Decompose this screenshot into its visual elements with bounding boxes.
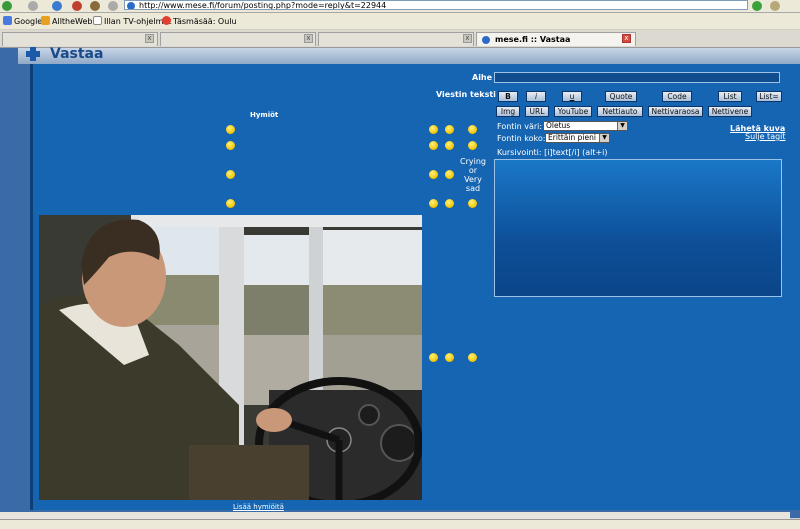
message-label: Viestin teksti	[436, 90, 496, 99]
smiley-icon[interactable]	[226, 170, 235, 179]
google-icon	[3, 16, 12, 25]
smiley-icon[interactable]	[429, 125, 438, 134]
go-icon[interactable]	[752, 1, 762, 11]
close-icon[interactable]: x	[463, 34, 472, 43]
chevron-down-icon: ▼	[617, 122, 627, 130]
smiley-icon[interactable]	[445, 125, 454, 134]
smiley-icon[interactable]	[468, 199, 477, 208]
font-size-label: Fontin koko:	[497, 134, 546, 143]
close-tags-link[interactable]: Sulje tagit	[745, 132, 786, 141]
smiley-icon[interactable]	[445, 170, 454, 179]
smiley-icon[interactable]	[468, 141, 477, 150]
list-ordered-button[interactable]: List=	[756, 91, 782, 102]
smiley-icon[interactable]	[445, 353, 454, 362]
bookmark-google[interactable]: Google	[3, 16, 42, 26]
page-title: Vastaa	[50, 46, 104, 62]
smiley-icon[interactable]	[226, 199, 235, 208]
quote-button[interactable]: Quote	[605, 91, 637, 102]
smiley-icon[interactable]	[445, 141, 454, 150]
smiley-icon[interactable]	[429, 353, 438, 362]
help-text: Kursivointi: [i]text[/i] (alt+i)	[497, 148, 608, 157]
history-icon[interactable]	[108, 1, 118, 11]
youtube-button[interactable]: YouTube	[554, 106, 592, 117]
alltheweb-icon	[41, 16, 50, 25]
message-textarea[interactable]	[494, 159, 782, 297]
subject-label: Aihe	[472, 73, 493, 82]
back-icon[interactable]	[2, 1, 12, 11]
bookmark-tv[interactable]: Illan TV-ohjelmat	[93, 16, 171, 26]
code-button[interactable]: Code	[662, 91, 692, 102]
font-color-label: Fontin väri:	[497, 122, 543, 131]
weather-icon	[162, 16, 171, 25]
more-smilies-link[interactable]: Lisää hymiöitä	[233, 503, 284, 511]
url-input[interactable]: http://www.mese.fi/forum/posting.php?mod…	[124, 0, 748, 10]
tab-2[interactable]	[160, 32, 316, 46]
list-button[interactable]: List	[718, 91, 742, 102]
smiley-icon[interactable]	[468, 125, 477, 134]
smiley-icon[interactable]	[445, 199, 454, 208]
close-icon[interactable]: x	[304, 34, 313, 43]
smiley-icon[interactable]	[429, 199, 438, 208]
tab-active[interactable]: mese.fi :: Vastaa	[476, 32, 636, 46]
url-text: http://www.mese.fi/forum/posting.php?mod…	[139, 1, 387, 10]
page-header	[18, 48, 800, 64]
home-icon[interactable]	[90, 1, 100, 11]
page-icon	[93, 16, 102, 25]
bookmark-weather[interactable]: Täsmäsää: Oulu	[162, 16, 237, 26]
italic-button[interactable]: i	[526, 91, 546, 102]
nettiauto-button[interactable]: Nettiauto	[597, 106, 643, 117]
smiley-icon[interactable]	[226, 125, 235, 134]
smiley-icon[interactable]	[429, 141, 438, 150]
nettivene-button[interactable]: Nettivene	[708, 106, 752, 117]
address-toolbar: http://www.mese.fi/forum/posting.php?mod…	[0, 0, 800, 13]
globe-icon	[482, 36, 490, 44]
smiley-icon[interactable]	[429, 170, 438, 179]
img-button[interactable]: Img	[496, 106, 520, 117]
nettivaraosa-button[interactable]: Nettivaraosa	[648, 106, 703, 117]
forward-icon[interactable]	[28, 1, 38, 11]
reload-icon[interactable]	[52, 1, 62, 11]
stop-icon[interactable]	[72, 1, 82, 11]
plus-icon	[26, 47, 40, 61]
tab-3[interactable]	[318, 32, 474, 46]
driver-photo	[39, 215, 422, 500]
smiley-icon[interactable]	[226, 141, 235, 150]
close-icon[interactable]: x	[622, 34, 631, 43]
bold-button[interactable]: B	[498, 91, 518, 102]
underline-button[interactable]: u	[562, 91, 582, 102]
font-size-select[interactable]: Erittäin pieni ▼	[545, 133, 610, 143]
globe-icon	[127, 2, 135, 9]
smiley-icon[interactable]	[468, 353, 477, 362]
bookmarks-toolbar: Google AlltheWeb Illan TV-ohjelmat Täsmä…	[0, 13, 800, 29]
smiley-alt-text: Crying or Very sad	[460, 157, 486, 193]
smilies-title: Hymiöt	[250, 111, 279, 119]
url-button[interactable]: URL	[525, 106, 549, 117]
font-color-select[interactable]: Oletus ▼	[543, 121, 628, 131]
tab-1[interactable]	[2, 32, 158, 46]
subject-input[interactable]	[494, 72, 780, 83]
chevron-down-icon: ▼	[599, 134, 609, 142]
search-engine-icon[interactable]	[770, 1, 780, 11]
tab-bar: x x x mese.fi :: Vastaa x	[0, 30, 800, 48]
bookmark-alltheweb[interactable]: AlltheWeb	[41, 16, 93, 26]
close-icon[interactable]: x	[145, 34, 154, 43]
